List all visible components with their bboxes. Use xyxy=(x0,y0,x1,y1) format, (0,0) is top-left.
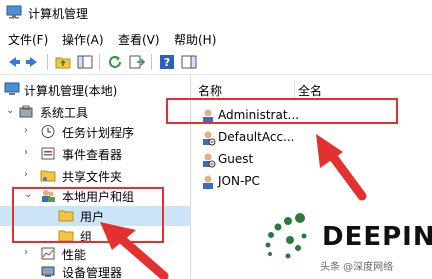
tree-item-device-manager[interactable]: 设备管理器 xyxy=(0,262,190,279)
tree-item-root[interactable]: 计算机管理(本地) xyxy=(0,80,190,100)
tree-item-event-viewer[interactable]: › 事件查看器 xyxy=(0,144,190,164)
chevron-down-icon[interactable]: ⌄ xyxy=(6,105,14,116)
disabled-user-icon xyxy=(203,153,216,168)
window-title: 计算机管理 xyxy=(28,7,89,21)
disabled-user-icon xyxy=(203,131,216,146)
tree-item-system-tools[interactable]: ⌄ 系统工具 xyxy=(0,102,190,122)
tree-label-task-scheduler: 任务计划程序 xyxy=(62,126,135,140)
tree-label-device-manager: 设备管理器 xyxy=(62,266,123,279)
up-folder-icon[interactable] xyxy=(54,53,72,71)
console-tree: 计算机管理(本地) ⌄ 系统工具 › 任务计划程序 › 事件查看器 › 共享文件… xyxy=(0,76,191,279)
tree-label-event-viewer: 事件查看器 xyxy=(62,148,123,162)
watermark-credit: 头条 @深度网络 xyxy=(320,262,394,273)
refresh-icon[interactable] xyxy=(106,53,124,71)
tree-label-shared-folders: 共享文件夹 xyxy=(62,170,123,184)
tree-item-performance[interactable]: › 性能 xyxy=(0,244,190,264)
deepin-logo-icon xyxy=(265,213,307,259)
clock-icon xyxy=(41,125,55,138)
tools-icon xyxy=(19,105,33,118)
chevron-right-icon[interactable]: › xyxy=(24,125,28,136)
menu-bar: 文件(F) 操作(A) 查看(V) 帮助(H) xyxy=(0,27,432,49)
tree-item-task-scheduler[interactable]: › 任务计划程序 xyxy=(0,122,190,142)
show-action-pane-icon[interactable] xyxy=(180,53,198,71)
column-header-name[interactable]: 名称 xyxy=(198,82,222,99)
callout-box-administrator xyxy=(166,98,398,124)
menu-view[interactable]: 查看(V) xyxy=(118,31,160,48)
chevron-right-icon[interactable]: › xyxy=(24,169,28,180)
list-item[interactable]: DefaultAcc... xyxy=(192,128,432,148)
event-viewer-icon xyxy=(41,147,55,160)
computer-icon xyxy=(4,82,20,95)
tree-label-performance: 性能 xyxy=(62,248,87,262)
back-icon[interactable] xyxy=(4,53,22,71)
menu-action[interactable]: 操作(A) xyxy=(62,31,104,48)
tree-item-shared-folders[interactable]: › 共享文件夹 xyxy=(0,166,190,186)
shared-folder-icon xyxy=(40,170,56,182)
export-list-icon[interactable] xyxy=(128,53,146,71)
column-header-fullname[interactable]: 全名 xyxy=(298,82,322,99)
list-item[interactable]: Guest xyxy=(192,150,432,170)
device-manager-icon xyxy=(41,266,55,277)
performance-icon xyxy=(41,247,55,260)
toolbar: ? xyxy=(0,50,432,75)
column-divider[interactable] xyxy=(294,80,295,98)
chevron-right-icon[interactable]: › xyxy=(24,147,28,158)
toolbar-separator xyxy=(99,54,100,70)
svg-text:?: ? xyxy=(164,56,170,69)
title-bar: 计算机管理 xyxy=(0,0,432,26)
watermark-brand: DEEPIN xyxy=(322,222,432,252)
list-item-label: Guest xyxy=(218,152,254,166)
callout-box-users xyxy=(12,187,164,243)
forward-icon[interactable] xyxy=(24,53,42,71)
help-icon[interactable]: ? xyxy=(158,53,176,71)
menu-file[interactable]: 文件(F) xyxy=(8,31,48,48)
menu-help[interactable]: 帮助(H) xyxy=(174,31,216,48)
computer-management-icon xyxy=(6,5,22,19)
user-icon xyxy=(203,175,213,189)
toolbar-separator xyxy=(151,54,152,70)
list-item[interactable]: JON-PC xyxy=(192,172,432,192)
tree-label-system-tools: 系统工具 xyxy=(40,106,89,120)
list-item-label: DefaultAcc... xyxy=(218,130,295,144)
toolbar-separator xyxy=(47,54,48,70)
tree-label-root: 计算机管理(本地) xyxy=(24,84,118,98)
show-hide-tree-icon[interactable] xyxy=(76,53,94,71)
list-item-label: JON-PC xyxy=(218,174,260,188)
chevron-right-icon[interactable]: › xyxy=(24,247,28,258)
